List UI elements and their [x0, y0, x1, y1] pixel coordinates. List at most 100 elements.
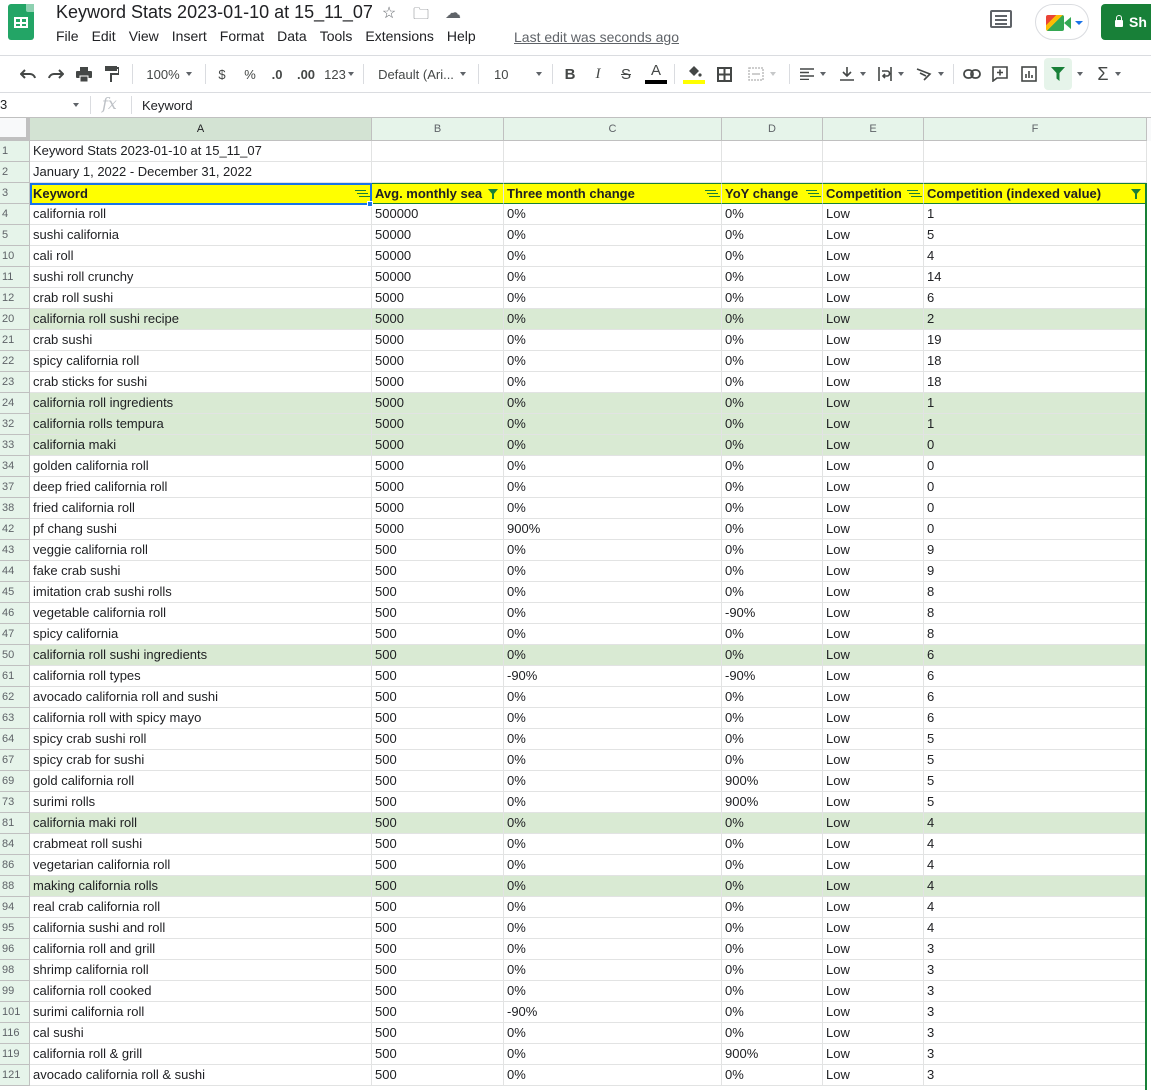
- column-header-d[interactable]: D: [722, 118, 823, 141]
- cell-competition-index[interactable]: 0: [924, 519, 1147, 540]
- cell-three-month-change[interactable]: 0%: [504, 393, 722, 414]
- cell-volume[interactable]: 500: [372, 666, 504, 687]
- cell-competition[interactable]: Low: [823, 708, 924, 729]
- cell-competition-index[interactable]: 4: [924, 918, 1147, 939]
- row-header[interactable]: 24: [0, 393, 30, 414]
- cell-competition[interactable]: Low: [823, 288, 924, 309]
- decrease-decimal-button[interactable]: .0: [266, 56, 288, 92]
- cell-competition-index[interactable]: 6: [924, 687, 1147, 708]
- row-header[interactable]: 44: [0, 561, 30, 582]
- cell-yoy-change[interactable]: 0%: [722, 519, 823, 540]
- cell-three-month-change[interactable]: 0%: [504, 540, 722, 561]
- cell-yoy-change[interactable]: 0%: [722, 645, 823, 666]
- cell-competition-index[interactable]: 9: [924, 540, 1147, 561]
- cell-yoy-change[interactable]: -90%: [722, 603, 823, 624]
- row-header[interactable]: 61: [0, 666, 30, 687]
- cell-three-month-change[interactable]: 0%: [504, 267, 722, 288]
- cell-competition[interactable]: Low: [823, 267, 924, 288]
- cell-competition[interactable]: Low: [823, 960, 924, 981]
- fill-handle[interactable]: [367, 201, 373, 207]
- cell-keyword[interactable]: california sushi and roll: [30, 918, 372, 939]
- column-title[interactable]: Keyword: [30, 183, 372, 204]
- row-header[interactable]: 99: [0, 981, 30, 1002]
- cell-yoy-change[interactable]: 0%: [722, 813, 823, 834]
- cell-volume[interactable]: 500: [372, 918, 504, 939]
- cell-volume[interactable]: 500: [372, 750, 504, 771]
- cell-volume[interactable]: 5000: [372, 309, 504, 330]
- cell-competition[interactable]: Low: [823, 981, 924, 1002]
- cell-yoy-change[interactable]: 0%: [722, 750, 823, 771]
- cell-competition-index[interactable]: 8: [924, 624, 1147, 645]
- row-header[interactable]: 69: [0, 771, 30, 792]
- cell-keyword[interactable]: california rolls tempura: [30, 414, 372, 435]
- cell-three-month-change[interactable]: 0%: [504, 1065, 722, 1086]
- cell-yoy-change[interactable]: 0%: [722, 561, 823, 582]
- row-header[interactable]: 81: [0, 813, 30, 834]
- row-header[interactable]: 43: [0, 540, 30, 561]
- cell-a[interactable]: Keyword Stats 2023-01-10 at 15_11_07: [30, 141, 372, 162]
- formula-input[interactable]: Keyword: [142, 98, 193, 113]
- row-header[interactable]: 63: [0, 708, 30, 729]
- menu-tools[interactable]: Tools: [320, 28, 353, 44]
- menu-file[interactable]: File: [56, 28, 79, 44]
- cell-volume[interactable]: 5000: [372, 435, 504, 456]
- cell-keyword[interactable]: california maki roll: [30, 813, 372, 834]
- cell-competition[interactable]: Low: [823, 561, 924, 582]
- star-icon[interactable]: ☆: [380, 3, 398, 30]
- cell-empty[interactable]: [504, 141, 722, 162]
- cell-keyword[interactable]: crabmeat roll sushi: [30, 834, 372, 855]
- cell-keyword[interactable]: fried california roll: [30, 498, 372, 519]
- cell-competition-index[interactable]: 6: [924, 666, 1147, 687]
- cell-keyword[interactable]: california roll sushi recipe: [30, 309, 372, 330]
- cell-competition-index[interactable]: 0: [924, 435, 1147, 456]
- row-header[interactable]: 121: [0, 1065, 30, 1086]
- cell-competition-index[interactable]: 4: [924, 876, 1147, 897]
- cell-competition-index[interactable]: 1: [924, 393, 1147, 414]
- row-header[interactable]: 46: [0, 603, 30, 624]
- cell-volume[interactable]: 500: [372, 645, 504, 666]
- cell-competition-index[interactable]: 3: [924, 981, 1147, 1002]
- cell-volume[interactable]: 500: [372, 981, 504, 1002]
- cell-three-month-change[interactable]: 0%: [504, 855, 722, 876]
- insert-chart-icon[interactable]: [1017, 56, 1041, 92]
- paint-format-icon[interactable]: [100, 56, 124, 92]
- cell-empty[interactable]: [823, 162, 924, 183]
- cell-empty[interactable]: [924, 162, 1147, 183]
- cell-three-month-change[interactable]: 0%: [504, 1044, 722, 1065]
- row-header[interactable]: 4: [0, 204, 30, 225]
- font-size-select[interactable]: 10: [486, 56, 548, 92]
- cell-yoy-change[interactable]: 0%: [722, 351, 823, 372]
- redo-icon[interactable]: [44, 56, 68, 92]
- row-header[interactable]: 86: [0, 855, 30, 876]
- row-header[interactable]: 42: [0, 519, 30, 540]
- column-header-a[interactable]: A: [30, 118, 372, 141]
- filter-active-icon[interactable]: [1131, 189, 1141, 199]
- cell-yoy-change[interactable]: 0%: [722, 624, 823, 645]
- row-header[interactable]: 33: [0, 435, 30, 456]
- cell-empty[interactable]: [504, 162, 722, 183]
- column-title[interactable]: Avg. monthly sea: [372, 183, 504, 204]
- cell-competition[interactable]: Low: [823, 603, 924, 624]
- cell-three-month-change[interactable]: 0%: [504, 792, 722, 813]
- cell-three-month-change[interactable]: 0%: [504, 876, 722, 897]
- cell-three-month-change[interactable]: 0%: [504, 477, 722, 498]
- cell-yoy-change[interactable]: 0%: [722, 834, 823, 855]
- cell-keyword[interactable]: surimi california roll: [30, 1002, 372, 1023]
- insert-comment-icon[interactable]: [988, 56, 1012, 92]
- cell-keyword[interactable]: golden california roll: [30, 456, 372, 477]
- cell-three-month-change[interactable]: 0%: [504, 981, 722, 1002]
- cell-competition-index[interactable]: 3: [924, 1002, 1147, 1023]
- cell-keyword[interactable]: spicy california: [30, 624, 372, 645]
- cell-competition[interactable]: Low: [823, 582, 924, 603]
- cell-competition-index[interactable]: 9: [924, 561, 1147, 582]
- cell-volume[interactable]: 5000: [372, 498, 504, 519]
- cell-yoy-change[interactable]: 0%: [722, 456, 823, 477]
- cell-yoy-change[interactable]: 0%: [722, 246, 823, 267]
- row-header[interactable]: 3: [0, 183, 30, 204]
- cell-yoy-change[interactable]: 0%: [722, 267, 823, 288]
- cell-volume[interactable]: 5000: [372, 519, 504, 540]
- cell-three-month-change[interactable]: 0%: [504, 498, 722, 519]
- cell-keyword[interactable]: cali roll: [30, 246, 372, 267]
- cell-volume[interactable]: 500: [372, 1002, 504, 1023]
- cell-keyword[interactable]: avocado california roll & sushi: [30, 1065, 372, 1086]
